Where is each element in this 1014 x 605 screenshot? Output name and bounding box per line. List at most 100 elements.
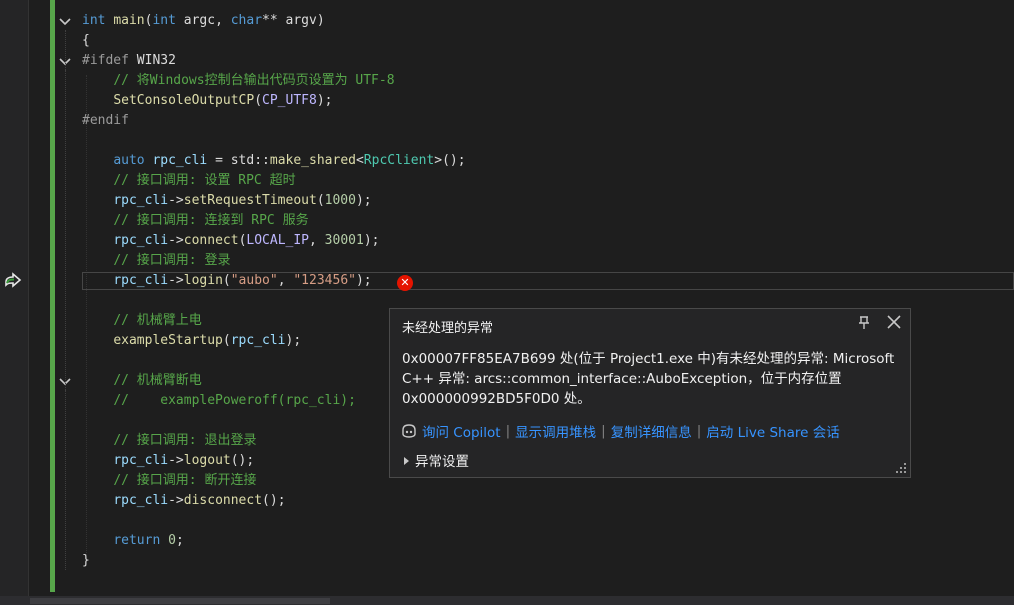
current-statement-arrow-icon[interactable] [4,272,24,290]
code-token: } [82,553,90,568]
code-line[interactable]: { [82,31,466,51]
code-line[interactable]: rpc_cli->disconnect(); [82,491,466,511]
code-line[interactable] [82,511,466,531]
code-token: rpc_cli [113,273,169,288]
code-token: make_shared [269,153,356,168]
code-token: , [277,273,294,288]
code-token: ( [254,93,263,108]
code-line[interactable]: #endif [82,111,466,131]
exception-settings-expander[interactable]: 异常设置 [404,450,469,470]
code-token: -> [168,493,184,508]
code-line[interactable]: int main(int argc, char** argv) [82,11,466,31]
link-separator: | [601,423,606,439]
code-token: rpc_cli [113,193,169,208]
code-line[interactable]: rpc_cli->setRequestTimeout(1000); [82,191,466,211]
code-token: // 将Windows控制台输出代码页设置为 UTF-8 [113,73,395,88]
code-token: , [309,233,325,248]
code-line[interactable]: // 接口调用: 设置 RPC 超时 [82,171,466,191]
code-line[interactable]: // 将Windows控制台输出代码页设置为 UTF-8 [82,71,466,91]
error-icon[interactable]: ✕ [397,275,413,291]
code-token: char [230,13,263,28]
start-live-share-link[interactable]: 启动 Live Share 会话 [706,421,839,441]
code-token: 0 [168,533,176,548]
code-token: ( [222,333,231,348]
code-token: // 机械臂上电 [113,313,202,328]
code-token: ); [285,333,302,348]
code-token: main [113,13,145,28]
code-token: // examplePoweroff(rpc_cli); [113,393,356,408]
code-line[interactable]: // 接口调用: 连接到 RPC 服务 [82,211,466,231]
code-token: 30001 [324,233,364,248]
code-token: -> [168,453,184,468]
code-line[interactable]: return 0; [82,531,466,551]
code-line[interactable]: rpc_cli->connect(LOCAL_IP, 30001); [82,231,466,251]
code-line[interactable]: SetConsoleOutputCP(CP_UTF8); [82,91,466,111]
show-call-stack-link[interactable]: 显示调用堆栈 [515,421,596,441]
code-token: rpc_cli [113,233,169,248]
code-line[interactable]: #ifdef WIN32 [82,51,466,71]
code-token: login [183,273,223,288]
code-token: = std:: [207,153,270,168]
code-token: 1000 [324,193,356,208]
code-token: RpcClient [363,153,435,168]
code-token: // 接口调用: 设置 RPC 超时 [113,173,296,188]
glyph-margin[interactable] [0,0,28,605]
code-token: ( [222,273,231,288]
margin-divider [28,0,29,605]
code-token: (); [230,453,255,468]
fold-chevron-icon[interactable] [58,15,72,29]
resize-grip-icon[interactable] [896,463,906,473]
scrollbar-thumb[interactable] [30,598,330,604]
code-token: rpc_cli [230,333,286,348]
code-token: -> [168,273,184,288]
code-token: // 接口调用: 连接到 RPC 服务 [113,213,309,228]
code-token: argc, [175,13,231,28]
code-token: // 机械臂断电 [113,373,202,388]
code-token: ); [355,273,372,288]
code-token: disconnect [183,493,263,508]
code-line[interactable]: } [82,551,466,571]
ask-copilot-link[interactable]: 询问 Copilot [422,421,501,441]
code-token: ; [175,533,184,548]
code-token: ** argv) [262,13,325,28]
code-token: auto [113,153,145,168]
pin-icon[interactable] [856,315,872,331]
code-line[interactable]: // 接口调用: 登录 [82,251,466,271]
code-token: // 接口调用: 退出登录 [113,433,257,448]
code-line[interactable]: auto rpc_cli = std::make_shared<RpcClien… [82,151,466,171]
code-token: setRequestTimeout [183,193,317,208]
code-token: // 接口调用: 断开连接 [113,473,257,488]
exception-helper-popup: 未经处理的异常 0x00007FF85EA7B699 处(位于 Project1… [389,308,911,478]
code-line[interactable] [82,131,466,151]
code-token: ); [316,93,333,108]
close-icon[interactable] [886,314,902,330]
code-token: rpc_cli [113,493,169,508]
code-token: { [82,33,90,48]
code-token: #endif [82,113,129,128]
code-token: ); [355,193,372,208]
copilot-icon [402,424,416,438]
code-editor[interactable]: int main(int argc, char** argv) { #ifdef W… [82,11,466,571]
code-token: logout [183,453,231,468]
code-token: connect [183,233,239,248]
link-separator: | [505,423,511,439]
code-token: >(); [434,153,466,168]
copy-details-link[interactable]: 复制详细信息 [611,421,692,441]
outline-guide [65,70,66,118]
code-token: // 接口调用: 登录 [113,253,231,268]
code-token: LOCAL_IP [246,233,310,248]
